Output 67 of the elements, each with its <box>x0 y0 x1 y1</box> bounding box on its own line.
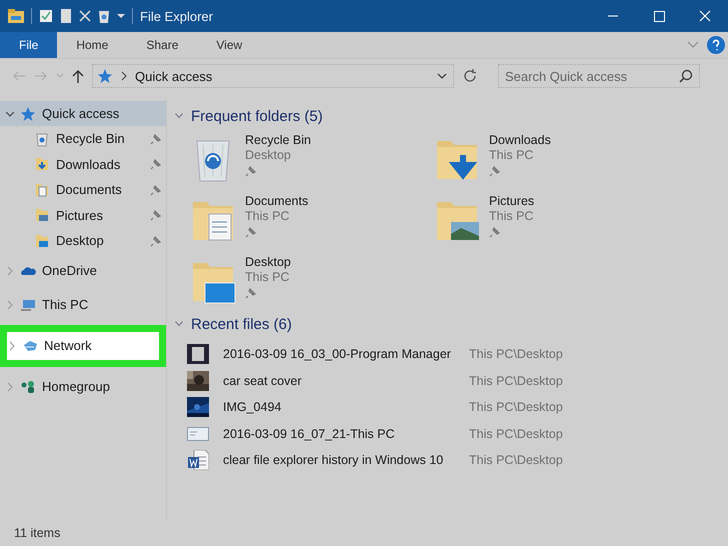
downloads-folder-icon <box>34 156 50 172</box>
ribbon-tab[interactable]: View <box>197 32 262 58</box>
address-path: Quick access <box>135 68 212 84</box>
sidebar-item[interactable]: Network <box>0 324 166 366</box>
star-icon <box>97 68 113 84</box>
help-icon[interactable] <box>707 36 725 54</box>
folder-location: This PC <box>245 270 290 285</box>
sidebar-item[interactable]: Downloads <box>0 152 166 177</box>
window-title: File Explorer <box>140 8 213 24</box>
folder-tile[interactable]: Desktop This PC <box>189 255 433 305</box>
sidebar-item[interactable]: This PC <box>0 288 166 322</box>
delete-icon[interactable] <box>79 10 91 22</box>
sidebar-item[interactable]: Quick access <box>0 101 166 126</box>
desktop-folder-icon <box>34 232 50 249</box>
collapse-chevron-icon[interactable] <box>175 321 183 327</box>
checklist-icon[interactable] <box>39 9 53 23</box>
pictures-folder-icon <box>34 207 50 224</box>
folder-name: Pictures <box>489 194 534 209</box>
homegroup-icon <box>20 378 36 394</box>
search-icon <box>679 69 693 83</box>
folder-location: This PC <box>489 209 534 224</box>
screenshot-thumbnail-icon <box>187 344 209 364</box>
sidebar-item[interactable]: OneDrive <box>0 254 166 288</box>
recent-file-row[interactable]: clear file explorer history in Windows 10 This PC\Desktop <box>187 447 718 474</box>
recent-file-row[interactable]: 2016-03-09 16_07_21-This PC This PC\Desktop <box>187 420 718 447</box>
folder-tile[interactable]: Pictures This PC <box>433 194 673 244</box>
up-arrow-icon[interactable] <box>72 69 84 83</box>
ribbon-tab[interactable]: Home <box>57 32 128 58</box>
sidebar-item[interactable]: Homegroup <box>0 370 166 404</box>
documents-folder-icon <box>34 182 50 198</box>
section-title: Recent files (6) <box>191 316 292 332</box>
dropdown-icon[interactable] <box>437 72 447 80</box>
star-icon <box>20 106 36 122</box>
folder-name: Recycle Bin <box>245 133 311 148</box>
folder-tile[interactable]: Recycle Bin Desktop <box>189 133 433 183</box>
recent-file-row[interactable]: car seat cover This PC\Desktop <box>187 368 718 394</box>
section-title: Frequent folders (5) <box>191 108 323 124</box>
recycle-bin-icon <box>34 130 50 147</box>
recent-file-row[interactable]: 2016-03-09 16_03_00-Program Manager This PC\Desktop <box>187 341 718 368</box>
chevron-icon <box>121 71 127 81</box>
recent-file-row[interactable]: IMG_0494 This PC\Desktop <box>187 394 718 420</box>
folder-name: Documents <box>245 194 308 209</box>
search-field[interactable]: Search Quick access <box>498 64 700 88</box>
sidebar-item[interactable]: Documents <box>0 177 166 202</box>
address-bar[interactable]: Quick access <box>92 64 454 88</box>
collapse-chevron-icon[interactable] <box>175 113 183 119</box>
folder-location: This PC <box>245 209 290 224</box>
sidebar-item[interactable]: Recycle Bin <box>0 126 166 152</box>
collapsed-chevron-icon[interactable] <box>8 340 16 350</box>
folder-tile[interactable]: Downloads This PC <box>433 133 673 183</box>
refresh-icon[interactable] <box>462 68 478 84</box>
folder-name: Desktop <box>245 255 291 270</box>
dropdown-icon[interactable] <box>117 13 125 19</box>
folder-location: This PC <box>489 148 534 163</box>
folder-name: Downloads <box>489 133 551 148</box>
expand-ribbon-icon[interactable] <box>687 41 699 49</box>
sidebar-item[interactable]: Desktop <box>0 228 166 254</box>
sidebar-item[interactable]: Pictures <box>0 202 166 228</box>
recycle-bin-icon[interactable] <box>98 9 110 23</box>
page-icon[interactable] <box>60 9 72 23</box>
word-document-icon <box>187 450 209 470</box>
ribbon-tab[interactable]: Share <box>127 32 198 58</box>
expanded-chevron-icon[interactable] <box>6 108 14 118</box>
folder-location: Desktop <box>245 148 291 163</box>
folder-tile[interactable]: Documents This PC <box>189 194 433 244</box>
item-count: 11 items <box>14 526 60 540</box>
folder-icon[interactable] <box>8 9 24 23</box>
